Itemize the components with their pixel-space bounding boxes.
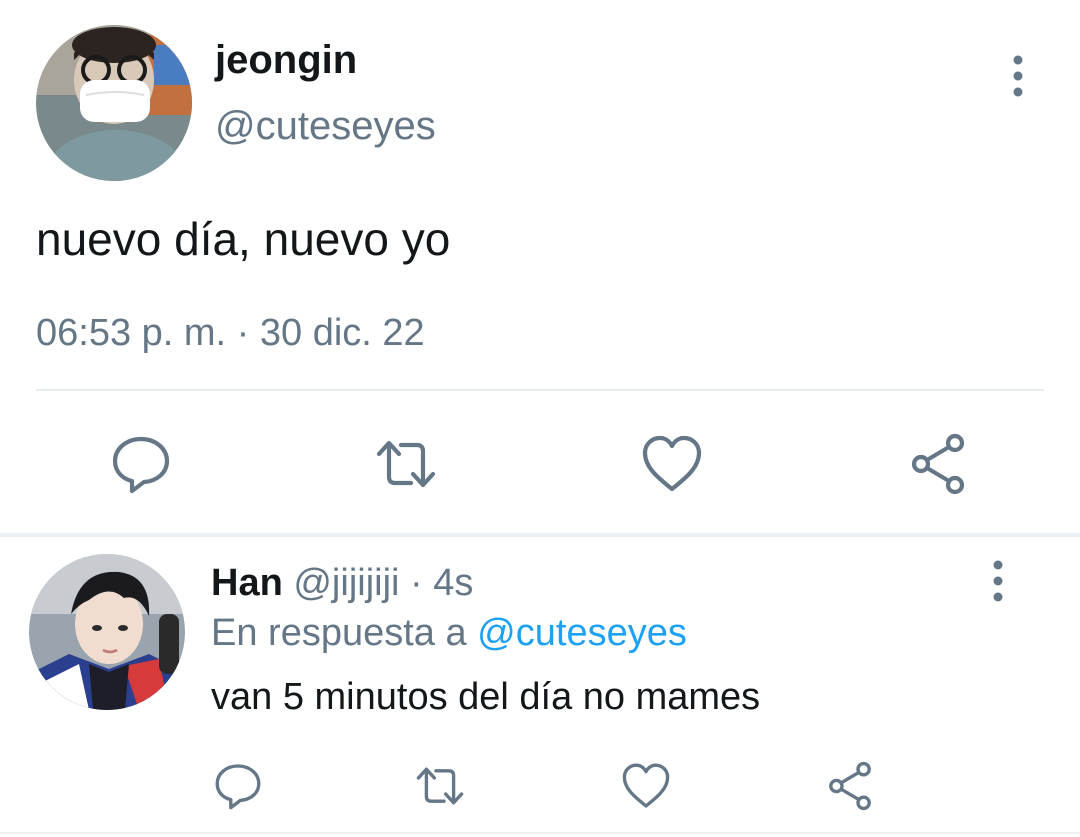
- main-tweet-text: nuevo día, nuevo yo: [36, 213, 451, 265]
- like-icon[interactable]: [637, 429, 707, 499]
- reply-tweet-text: van 5 minutos del día no mames: [211, 676, 761, 718]
- main-author-handle[interactable]: @cuteseyes: [215, 104, 436, 149]
- reply-author-avatar[interactable]: [29, 554, 185, 710]
- main-tweet-timestamp[interactable]: 06:53 p. m. · 30 dic. 22: [36, 312, 425, 355]
- more-vertical-icon[interactable]: [980, 560, 1016, 602]
- more-vertical-icon[interactable]: [1000, 55, 1036, 97]
- reply-context: En respuesta a @cuteseyes: [211, 612, 687, 655]
- reply-prefix: En respuesta a: [211, 612, 467, 654]
- divider: [36, 389, 1044, 391]
- reply-mention-link[interactable]: @cuteseyes: [477, 612, 687, 654]
- like-icon[interactable]: [618, 758, 674, 814]
- share-icon[interactable]: [903, 429, 973, 499]
- reply-author-handle[interactable]: @jijijiji: [293, 562, 399, 604]
- reply-icon[interactable]: [106, 429, 176, 499]
- reply-time-ago: · 4s: [410, 562, 474, 604]
- retweet-icon[interactable]: [371, 429, 441, 499]
- tweet-separator: [0, 533, 1080, 537]
- reply-icon[interactable]: [210, 758, 266, 814]
- reply-author-name[interactable]: Han: [211, 562, 283, 604]
- share-icon[interactable]: [822, 758, 878, 814]
- bottom-separator: [0, 832, 1080, 834]
- main-author-name[interactable]: jeongin: [215, 38, 357, 83]
- main-author-avatar[interactable]: [36, 25, 192, 181]
- retweet-icon[interactable]: [412, 758, 468, 814]
- reply-header: Han @jijijiji · 4s: [211, 562, 473, 605]
